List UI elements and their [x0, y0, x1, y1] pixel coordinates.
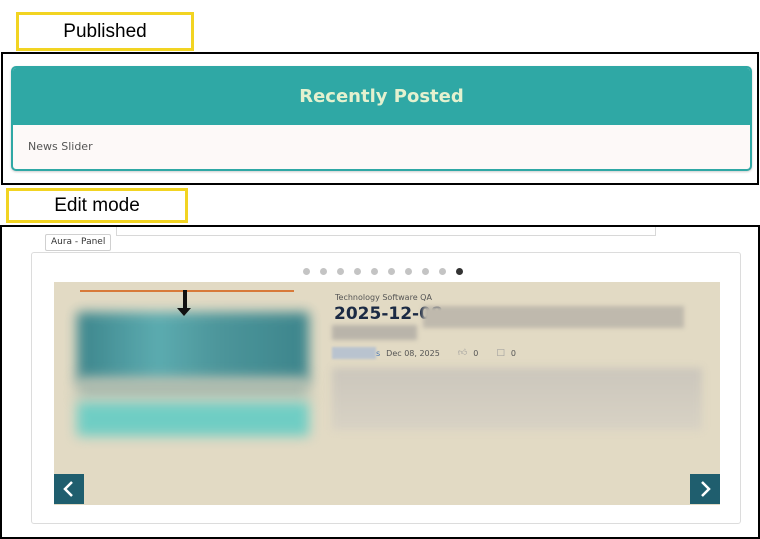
carousel-dot[interactable] [439, 268, 446, 275]
carousel-prev-button[interactable] [54, 474, 84, 504]
aura-panel-tag[interactable]: Aura - Panel [45, 234, 112, 251]
comment-icon[interactable]: □ [496, 348, 505, 358]
carousel-dot[interactable] [303, 268, 310, 275]
slide-date: Dec 08, 2025 [386, 348, 440, 358]
carousel-dot[interactable] [422, 268, 429, 275]
carousel-dots [303, 268, 463, 275]
slide-category: Technology Software QA [335, 293, 432, 302]
carousel-dot[interactable] [405, 268, 412, 275]
chevron-left-icon [63, 481, 73, 497]
author-suffix[interactable]: s [376, 349, 380, 358]
redacted-author[interactable] [332, 347, 376, 359]
image-blurred-region [77, 402, 309, 436]
thumbs-up-icon[interactable]: 👍︎ [458, 348, 467, 358]
redacted-subtitle [332, 325, 417, 340]
image-blurred-region [77, 312, 309, 382]
image-blurred-region [77, 378, 309, 398]
slide-meta: s Dec 08, 2025 👍︎ 0 □ 0 [332, 347, 516, 359]
comment-count: 0 [510, 348, 516, 358]
carousel-dot-active[interactable] [456, 268, 463, 275]
recently-posted-body: News Slider [13, 125, 750, 168]
news-slider-text: News Slider [28, 140, 93, 153]
redacted-body [332, 368, 702, 430]
chevron-right-icon [701, 481, 711, 497]
carousel-next-button[interactable] [690, 474, 720, 504]
redacted-title [423, 306, 684, 328]
carousel-dot[interactable] [388, 268, 395, 275]
recently-posted-header: Recently Posted [13, 68, 750, 125]
slide-image[interactable] [77, 290, 310, 450]
edit-mode-label: Edit mode [6, 188, 188, 223]
recently-posted-title: Recently Posted [299, 86, 464, 107]
recently-posted-card: Recently Posted News Slider [11, 66, 752, 171]
panel-top-strip [116, 227, 656, 236]
published-label: Published [16, 12, 194, 51]
carousel-dot[interactable] [371, 268, 378, 275]
image-orange-line [80, 290, 294, 292]
like-count: 0 [473, 348, 479, 358]
news-slide: Technology Software QA 2025-12-08 s Dec … [54, 282, 720, 505]
carousel-dot[interactable] [337, 268, 344, 275]
carousel-dot[interactable] [320, 268, 327, 275]
carousel-dot[interactable] [354, 268, 361, 275]
down-arrow-head [177, 308, 191, 316]
